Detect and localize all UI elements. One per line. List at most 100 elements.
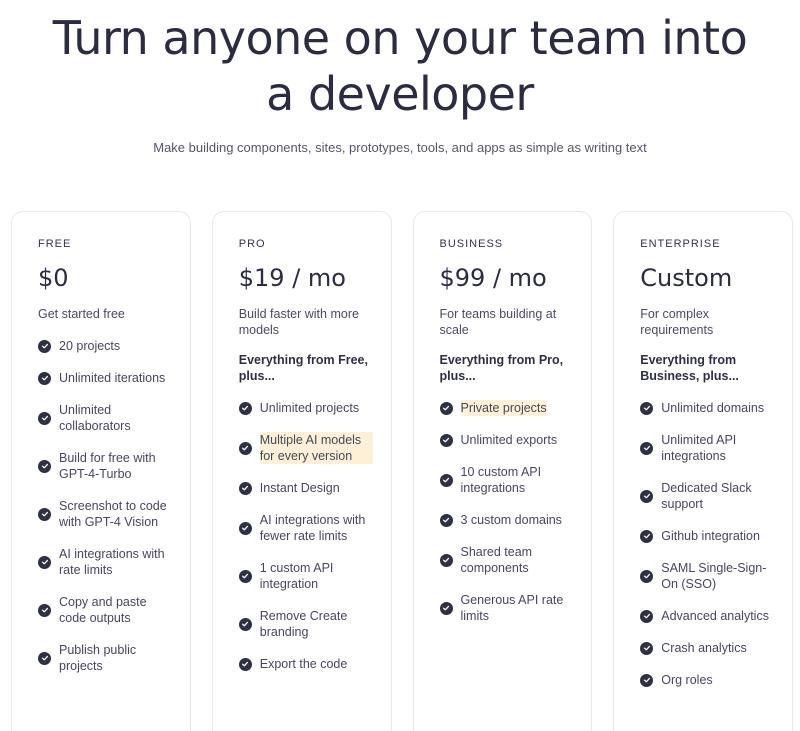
feature-label: Dedicated Slack support (661, 481, 752, 511)
check-circle-icon (38, 411, 51, 425)
check-circle-icon (640, 609, 654, 623)
feature-label: Screenshot to code with GPT-4 Vision (59, 499, 167, 529)
feature-label: Copy and paste code outputs (59, 595, 147, 625)
feature-list: 20 projects Unlimited iterations Unlimited… (38, 338, 172, 674)
check-circle-icon (38, 459, 51, 473)
plan-description: Get started free (38, 307, 125, 321)
feature-item: Unlimited projects (238, 400, 373, 416)
pricing-plans: FREE $0 Get started free 20 projects Unli… (11, 211, 793, 731)
feature-item: Dedicated Slack support (640, 480, 774, 512)
feature-item: Unlimited API integrations (640, 432, 774, 464)
feature-label: Publish public projects (59, 643, 137, 673)
feature-list: Private projects Unlimited exports 10 cust… (439, 400, 574, 624)
feature-item: Unlimited exports (439, 432, 574, 448)
feature-label: Instant Design (259, 481, 340, 495)
plan-description: For complex requirements (640, 307, 714, 337)
plan-price: $99 / mo (439, 264, 547, 292)
feature-label: Advanced analytics (661, 609, 769, 623)
page-title: Turn anyone on your team into a develope… (52, 11, 748, 121)
feature-item: Build for free with GPT-4-Turbo (38, 450, 172, 482)
feature-label: 3 custom domains (460, 513, 562, 527)
feature-item: Advanced analytics (640, 608, 774, 624)
feature-list: Unlimited projects Multiple AI models for… (238, 400, 373, 672)
feature-label: Crash analytics (661, 641, 747, 655)
feature-item: 1 custom API integration (238, 560, 373, 592)
check-circle-icon (238, 481, 252, 495)
plan-price: $19 / mo (238, 264, 346, 292)
check-circle-icon (38, 339, 51, 353)
check-circle-icon (640, 673, 654, 687)
check-circle-icon (439, 401, 453, 415)
plan-includes: Everything from Business, plus... (640, 353, 739, 383)
feature-item: 20 projects (38, 338, 172, 354)
feature-item: Unlimited collaborators (38, 402, 172, 434)
feature-label: Unlimited collaborators (59, 403, 131, 433)
feature-item: Private projects (439, 400, 574, 416)
feature-item: Publish public projects (38, 642, 172, 674)
feature-item: Instant Design (238, 480, 373, 496)
check-circle-icon (238, 569, 252, 583)
feature-label: AI integrations with fewer rate limits (259, 513, 366, 543)
feature-label: 10 custom API integrations (460, 465, 542, 495)
check-circle-icon (640, 569, 654, 583)
check-circle-icon (439, 433, 453, 447)
check-circle-icon (38, 555, 51, 569)
check-circle-icon (439, 473, 453, 487)
feature-item: Screenshot to code with GPT-4 Vision (38, 498, 172, 530)
feature-label: Unlimited projects (259, 401, 360, 415)
feature-label: Shared team components (460, 545, 533, 575)
check-circle-icon (38, 603, 51, 617)
feature-item: Github integration (640, 528, 774, 544)
plan-tier: FREE (38, 238, 72, 250)
check-circle-icon (640, 441, 654, 455)
plan-includes: Everything from Pro, plus... (439, 353, 564, 383)
check-circle-icon (238, 401, 252, 415)
check-circle-icon (640, 401, 654, 415)
feature-label: AI integrations with rate limits (59, 547, 165, 577)
feature-item: 3 custom domains (439, 512, 574, 528)
plan-price: Custom (640, 264, 733, 292)
feature-item: Unlimited iterations (38, 370, 172, 386)
plan-tier: BUSINESS (439, 238, 504, 250)
feature-item: Unlimited domains (640, 400, 774, 416)
feature-label: Build for free with GPT-4-Turbo (59, 451, 156, 481)
feature-list: Unlimited domains Unlimited API integrati… (640, 400, 774, 688)
plan-includes: Everything from Free, plus... (238, 353, 368, 383)
feature-label: Unlimited API integrations (661, 433, 737, 463)
check-circle-icon (439, 513, 453, 527)
plan-card-enterprise: ENTERPRISE Custom For complex requiremen… (613, 211, 793, 731)
feature-label: 20 projects (59, 339, 121, 353)
feature-label: Unlimited exports (460, 433, 558, 447)
check-circle-icon (640, 641, 654, 655)
check-circle-icon (238, 521, 252, 535)
plan-tier: PRO (238, 238, 266, 250)
check-circle-icon (38, 371, 51, 385)
feature-label: Private projects (460, 400, 547, 416)
check-circle-icon (640, 529, 654, 543)
check-circle-icon (38, 651, 51, 665)
feature-label: 1 custom API integration (259, 561, 334, 591)
feature-label: Unlimited domains (661, 401, 765, 415)
check-circle-icon (238, 657, 252, 671)
check-circle-icon (439, 601, 453, 615)
plan-tier: ENTERPRISE (640, 238, 721, 250)
feature-item: Multiple AI models for every version (238, 432, 373, 464)
feature-item: Copy and paste code outputs (38, 594, 172, 626)
feature-label: Unlimited iterations (59, 371, 166, 385)
feature-item: AI integrations with rate limits (38, 546, 172, 578)
check-circle-icon (238, 617, 252, 631)
feature-label: Github integration (661, 529, 760, 543)
check-circle-icon (38, 507, 51, 521)
feature-label: Export the code (259, 657, 348, 671)
plan-description: For teams building at scale (439, 307, 557, 337)
plan-price: $0 (38, 264, 69, 292)
feature-item: SAML Single-Sign-On (SSO) (640, 560, 774, 592)
plan-card-business: BUSINESS $99 / mo For teams building at … (412, 211, 593, 731)
hero-section: Turn anyone on your team into a develope… (0, 0, 800, 155)
check-circle-icon (439, 553, 453, 567)
feature-item: Generous API rate limits (439, 592, 574, 624)
feature-label: Multiple AI models for every version (259, 432, 373, 464)
plan-description: Build faster with more models (238, 307, 359, 337)
feature-item: Remove Create branding (238, 608, 373, 640)
feature-item: Org roles (640, 672, 774, 688)
